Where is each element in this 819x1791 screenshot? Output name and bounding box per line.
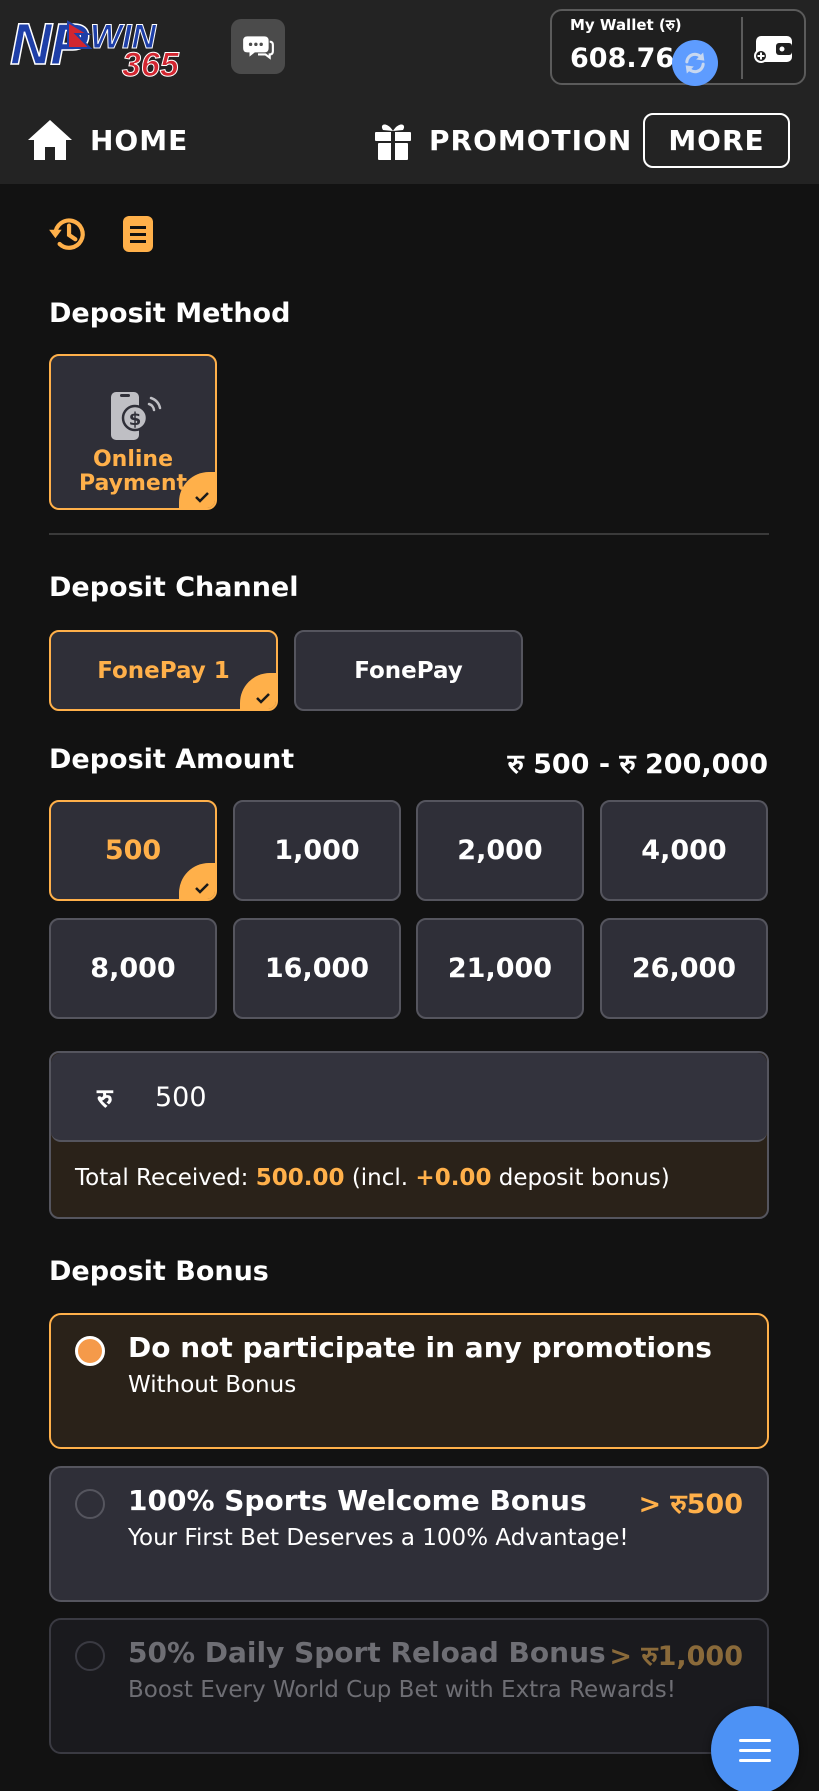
total-value: 500.00: [255, 1165, 345, 1191]
amount-option[interactable]: 500: [49, 800, 217, 901]
nav-home[interactable]: HOME: [26, 115, 188, 165]
wallet-label: My Wallet (रु): [570, 16, 682, 34]
menu-fab-button[interactable]: [711, 1706, 799, 1791]
svg-text:365: 365: [122, 46, 180, 80]
amount-option[interactable]: 1,000: [233, 800, 401, 901]
amount-option-label: 16,000: [264, 953, 370, 984]
bonus-title: Do not participate in any promotions: [128, 1331, 712, 1364]
wallet-balance: 608.76: [570, 43, 675, 74]
amount-option[interactable]: 8,000: [49, 918, 217, 1019]
gift-icon: [375, 124, 411, 160]
channel-label: FonePay: [354, 657, 463, 684]
amount-input-row: रु: [51, 1053, 767, 1142]
main-nav: HOME PROMOTION MORE: [0, 95, 819, 184]
nav-promotion[interactable]: PROMOTION: [373, 115, 632, 165]
total-prefix: Total Received:: [75, 1165, 249, 1191]
deposit-toolbar: [47, 213, 159, 255]
amount-option-label: 4,000: [641, 835, 727, 866]
chat-icon: [243, 35, 274, 60]
deposit-amount-title: Deposit Amount: [49, 744, 295, 775]
svg-text:$: $: [129, 409, 142, 430]
top-header: N P WIN 365 My Wallet (रु) 608.76: [0, 0, 819, 95]
section-divider: [49, 533, 769, 535]
refresh-balance-button[interactable]: [672, 40, 718, 86]
records-button[interactable]: [117, 213, 159, 255]
total-suffix: deposit bonus): [498, 1165, 670, 1191]
amount-option-label: 2,000: [457, 835, 543, 866]
bonus-subtitle: Your First Bet Deserves a 100% Advantage…: [128, 1525, 629, 1551]
wallet-panel: My Wallet (रु) 608.76: [550, 9, 806, 86]
menu-icon: [739, 1739, 771, 1762]
amount-input[interactable]: [155, 1071, 715, 1123]
bonus-radio[interactable]: [75, 1336, 105, 1366]
document-icon: [123, 216, 153, 252]
chat-button[interactable]: [231, 19, 285, 74]
home-icon: [28, 120, 72, 160]
selected-check-icon: [240, 673, 276, 709]
nav-home-label: HOME: [90, 123, 189, 157]
amount-option-label: 500: [104, 835, 162, 866]
channel-fonepay[interactable]: FonePay: [294, 630, 523, 711]
total-received-row: Total Received: 500.00 (incl. +0.00 depo…: [75, 1165, 670, 1191]
amount-option[interactable]: 16,000: [233, 918, 401, 1019]
amount-option[interactable]: 21,000: [416, 918, 584, 1019]
amount-input-box: रु Total Received: 500.00 (incl. +0.00 d…: [49, 1051, 769, 1219]
svg-text:N: N: [10, 14, 53, 77]
bonus-option-daily-reload[interactable]: 50% Daily Sport Reload Bonus > रु1,000 B…: [49, 1618, 769, 1754]
amount-range: रु 500 - रु 200,000: [507, 749, 768, 780]
bonus-title: 100% Sports Welcome Bonus: [128, 1484, 587, 1517]
deposit-method-title: Deposit Method: [49, 298, 291, 329]
wallet-divider: [741, 17, 743, 79]
refresh-icon: [685, 52, 705, 74]
bonus-radio[interactable]: [75, 1489, 105, 1519]
amount-option-label: 8,000: [90, 953, 176, 984]
bonus-value: +0.00: [415, 1165, 492, 1191]
bonus-min-deposit: > रु1,000: [609, 1641, 743, 1672]
amount-option-label: 26,000: [631, 953, 737, 984]
site-logo[interactable]: N P WIN 365: [9, 11, 210, 84]
bonus-min-deposit: > रु500: [638, 1489, 743, 1520]
wallet-icon: [754, 36, 792, 63]
history-icon: [49, 218, 85, 250]
amount-option[interactable]: 2,000: [416, 800, 584, 901]
channel-label: FonePay 1: [97, 657, 230, 684]
bonus-option-sports-welcome[interactable]: 100% Sports Welcome Bonus > रु500 Your F…: [49, 1466, 769, 1602]
amount-option-label: 1,000: [274, 835, 360, 866]
method-online-payment[interactable]: $ Online Payment: [49, 354, 217, 510]
mobile-payment-icon: $: [106, 386, 164, 444]
deposit-channel-title: Deposit Channel: [49, 572, 299, 603]
amount-option[interactable]: 4,000: [600, 800, 768, 901]
total-mid: (incl.: [351, 1165, 409, 1191]
deposit-bonus-title: Deposit Bonus: [49, 1256, 269, 1287]
nav-more-button[interactable]: MORE: [643, 113, 790, 168]
amount-option[interactable]: 26,000: [600, 918, 768, 1019]
channel-fonepay-1[interactable]: FonePay 1: [49, 630, 278, 711]
history-button[interactable]: [47, 213, 89, 255]
selected-check-icon: [179, 863, 215, 899]
wallet-button[interactable]: [748, 23, 800, 73]
bonus-radio[interactable]: [75, 1641, 105, 1671]
amount-option-label: 21,000: [447, 953, 553, 984]
nav-promotion-label: PROMOTION: [429, 123, 633, 157]
bonus-subtitle: Boost Every World Cup Bet with Extra Rew…: [128, 1677, 676, 1703]
bonus-title: 50% Daily Sport Reload Bonus: [128, 1636, 606, 1669]
bonus-option-none[interactable]: Do not participate in any promotions Wit…: [49, 1313, 769, 1449]
currency-symbol: रु: [97, 1084, 113, 1114]
bonus-subtitle: Without Bonus: [128, 1372, 297, 1398]
